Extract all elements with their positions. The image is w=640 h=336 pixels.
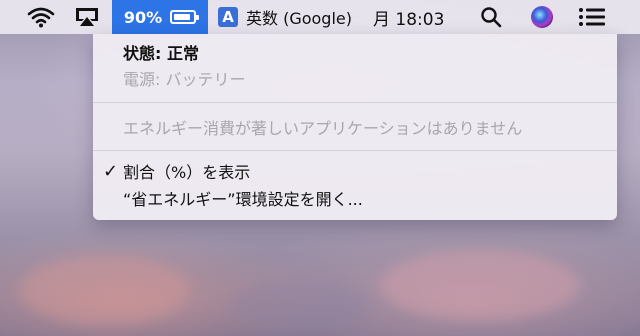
battery-fill: [174, 14, 191, 20]
input-source-icon: A: [218, 7, 238, 27]
control-strip-icon[interactable]: [578, 0, 606, 34]
search-icon[interactable]: [480, 0, 502, 34]
checkmark-icon: ✓: [103, 160, 119, 182]
menubar-clock[interactable]: 月 18:03: [373, 0, 444, 34]
energy-apps-row: エネルギー消費が著しいアプリケーションはありません: [93, 114, 617, 140]
cloud: [380, 250, 580, 320]
energy-apps-text: エネルギー消費が著しいアプリケーションはありません: [123, 119, 523, 138]
menu-separator: [93, 102, 617, 103]
siri-icon[interactable]: [531, 0, 553, 34]
battery-status-text: 状態: 正常: [123, 44, 199, 63]
input-source-label: 英数 (Google): [246, 9, 352, 28]
battery-dropdown-menu: 状態: 正常 電源: バッテリー エネルギー消費が著しいアプリケーションはありま…: [93, 34, 617, 220]
airplay-icon[interactable]: [74, 0, 100, 34]
menu-bar: 90% A 英数 (Google) 月 18:03: [0, 0, 640, 34]
battery-status-item[interactable]: 90%: [112, 0, 208, 34]
menu-item-open-energy-saver[interactable]: “省エネルギー”環境設定を開く...: [93, 185, 617, 211]
show-percentage-label: 割合（%）を表示: [123, 163, 251, 182]
open-energy-saver-label: “省エネルギー”環境設定を開く...: [123, 190, 363, 209]
wifi-icon[interactable]: [27, 0, 55, 34]
battery-status-row: 状態: 正常: [93, 39, 617, 65]
cloud: [230, 280, 370, 330]
battery-icon: [170, 10, 200, 24]
input-source-menu[interactable]: A 英数 (Google): [218, 0, 352, 34]
power-source-row: 電源: バッテリー: [93, 65, 617, 91]
menu-separator: [93, 150, 617, 151]
power-source-text: 電源: バッテリー: [123, 70, 246, 89]
menu-item-show-percentage[interactable]: ✓ 割合（%）を表示: [93, 158, 617, 184]
cloud: [20, 255, 190, 325]
battery-percentage: 90%: [123, 7, 163, 27]
